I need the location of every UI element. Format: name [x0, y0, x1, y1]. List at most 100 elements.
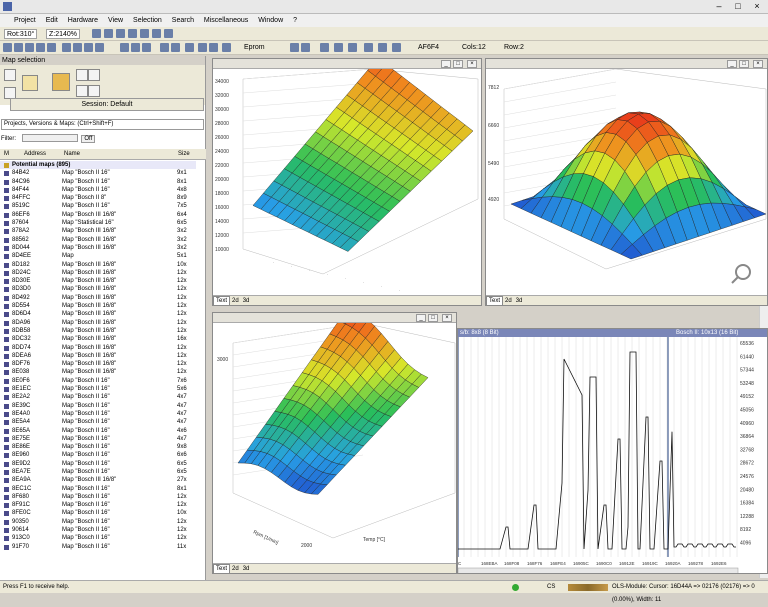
list-item[interactable]: 8D182 Map "Bosch III 16/8" 10x — [0, 261, 196, 269]
menu-view[interactable]: View — [104, 14, 127, 27]
list-item[interactable]: 8E65A Map "Bosch II 16" 4x6 — [0, 427, 196, 435]
layout2-icon[interactable] — [392, 43, 401, 52]
copy-icon[interactable] — [47, 43, 56, 52]
check-icon[interactable] — [76, 85, 88, 97]
pane-close-icon[interactable]: × — [442, 314, 452, 322]
list-item[interactable]: 8EA9A Map "Bosch III 16/8" 27x — [0, 476, 196, 484]
surface-plot-2[interactable]: 7812 6660 5490 4920 — [486, 69, 767, 305]
list-item[interactable]: 8DD74 Map "Bosch III 16/8" 12x — [0, 344, 196, 352]
pane-maximize-icon[interactable]: □ — [453, 60, 463, 68]
view-text-icon[interactable] — [120, 43, 129, 52]
list-item[interactable]: 91F70 Map "Bosch II 16" 11x — [0, 543, 196, 551]
hex-graph[interactable]: 65536 61440 57344 53248 49152 45056 40960 36864… — [458, 337, 768, 574]
filter-buttons[interactable] — [21, 134, 78, 143]
list-item[interactable]: 8D554 Map "Bosch III 16/8" 12x — [0, 302, 196, 310]
list-item[interactable]: 8E4A0 Map "Bosch II 16" 4x7 — [0, 410, 196, 418]
list-item[interactable]: 84FFC Map "Bosch II 8" 8x9 — [0, 194, 196, 202]
tab-3d[interactable]: 3d — [241, 296, 252, 305]
delete-icon[interactable] — [88, 85, 100, 97]
menu-search[interactable]: Search — [168, 14, 198, 27]
list-item[interactable]: 8DEA6 Map "Bosch III 16/8" 12x — [0, 352, 196, 360]
list-item[interactable]: 8EC1C Map "Bosch II 16" 8x1 — [0, 485, 196, 493]
list-item[interactable]: 8D6D4 Map "Bosch III 16/8" 12x — [0, 310, 196, 318]
zoom-in-icon[interactable] — [92, 29, 101, 38]
list-item[interactable]: 90614 Map "Bosch II 16" 12x — [0, 526, 196, 534]
list-item[interactable]: 8E86E Map "Bosch II 16" 9x8 — [0, 443, 196, 451]
menu-window[interactable]: Window — [254, 14, 287, 27]
list-item[interactable]: 8EA7E Map "Bosch II 16" 6x5 — [0, 468, 196, 476]
list-item[interactable]: 8DB58 Map "Bosch III 16/8" 12x — [0, 327, 196, 335]
minimize-icon[interactable]: – — [710, 1, 728, 12]
lohi-icon[interactable] — [348, 43, 357, 52]
open-icon[interactable] — [14, 43, 23, 52]
search-icon[interactable] — [198, 43, 207, 52]
pane-minimize-icon[interactable]: _ — [441, 60, 451, 68]
menu-selection[interactable]: Selection — [129, 14, 166, 27]
pane-minimize-icon[interactable]: _ — [727, 60, 737, 68]
color-icon[interactable] — [152, 29, 161, 38]
list-item[interactable]: 8DC32 Map "Bosch III 16/8" 16x — [0, 335, 196, 343]
col-address[interactable]: Address — [24, 149, 46, 160]
checksum-icon[interactable] — [171, 43, 180, 52]
tab-text[interactable]: Text — [486, 296, 504, 305]
tab-2d[interactable]: 2d — [230, 564, 241, 573]
list-item[interactable]: 8F680 Map "Bosch II 16" 12x — [0, 493, 196, 501]
width-icon[interactable] — [364, 43, 373, 52]
tab-3d[interactable]: 3d — [241, 564, 252, 573]
project-version-select[interactable]: Projects, Versions & Maps: (Ctrl+Shift+F… — [1, 119, 204, 130]
rotation-field[interactable]: Rot:310° — [4, 29, 38, 39]
import-icon[interactable] — [76, 69, 88, 81]
tab-2d[interactable]: 2d — [503, 296, 514, 305]
menu-miscellaneous[interactable]: Miscellaneous — [200, 14, 252, 27]
tab-2d[interactable]: 2d — [230, 296, 241, 305]
list-item[interactable]: 8E038 Map "Bosch III 16/8" 12x — [0, 368, 196, 376]
cols-field[interactable]: Cols:12 — [462, 43, 486, 53]
pane-maximize-icon[interactable]: □ — [739, 60, 749, 68]
list-item[interactable]: 8D492 Map "Bosch III 16/8" 12x — [0, 294, 196, 302]
filter-off-button[interactable]: Off — [81, 135, 96, 143]
properties-icon[interactable] — [22, 75, 38, 91]
list-item[interactable]: 90350 Map "Bosch II 16" 12x — [0, 518, 196, 526]
map-icon[interactable] — [160, 43, 169, 52]
tab-3d[interactable]: 3d — [514, 296, 525, 305]
col-size[interactable]: Size — [178, 149, 190, 160]
save-icon[interactable] — [25, 43, 34, 52]
hex-icon[interactable] — [290, 43, 299, 52]
print-icon[interactable] — [36, 43, 45, 52]
list-item[interactable]: 8F91C Map "Bosch II 16" 12x — [0, 501, 196, 509]
nav-prev-icon[interactable] — [73, 43, 82, 52]
menu-help[interactable]: ? — [289, 14, 301, 27]
pane-close-icon[interactable]: × — [753, 60, 763, 68]
list-group-header[interactable]: Potential maps (895) — [0, 161, 196, 170]
list-item[interactable]: 86EF6 Map "Bosch III 16/8" 6x4 — [0, 211, 196, 219]
zoom-field[interactable]: Z:2140% — [46, 29, 81, 39]
nav-last-icon[interactable] — [95, 43, 104, 52]
list-item[interactable]: 8E9D2 Map "Bosch II 16" 6x5 — [0, 460, 196, 468]
list-item[interactable]: 84B42 Map "Bosch II 16" 9x1 — [0, 169, 196, 177]
list-item[interactable]: 88562 Map "Bosch III 16/8" 3x2 — [0, 236, 196, 244]
list-item[interactable]: 84F44 Map "Bosch II 16" 4x8 — [0, 186, 196, 194]
list-item[interactable]: 913C0 Map "Bosch II 16" 12x — [0, 534, 196, 542]
list-item[interactable]: 8DF76 Map "Bosch III 16/8" 12x — [0, 360, 196, 368]
tab-text[interactable]: Text — [213, 564, 231, 573]
eprom-dropdown[interactable]: Eprom — [244, 43, 265, 53]
row-field[interactable]: Row:2 — [504, 43, 524, 53]
tab-text[interactable]: Text — [213, 296, 231, 305]
list-item[interactable]: 8D044 Map "Bosch III 16/8" 3x2 — [0, 244, 196, 252]
list-item[interactable]: 8E39C Map "Bosch II 16" 4x7 — [0, 402, 196, 410]
surface-plot-1[interactable]: 34000 32000 30000 28000 26000 24000 22000 20000… — [213, 69, 481, 305]
surface-plot-3[interactable]: 3000 Temp [°C] Rpm [1/min] 2000 — [213, 323, 456, 563]
open-folder-icon[interactable] — [52, 73, 70, 91]
pane-minimize-icon[interactable]: _ — [416, 314, 426, 322]
rotate-left-icon[interactable] — [116, 29, 125, 38]
col-name[interactable]: Name — [64, 149, 80, 160]
col-m[interactable]: M — [4, 149, 9, 160]
list-item[interactable]: 8E5A4 Map "Bosch II 16" 4x7 — [0, 418, 196, 426]
list-item[interactable]: 8DA96 Map "Bosch III 16/8" 12x — [0, 319, 196, 327]
grid-icon[interactable] — [140, 29, 149, 38]
nav-next-icon[interactable] — [84, 43, 93, 52]
maximize-icon[interactable]: □ — [729, 1, 747, 12]
project-icon[interactable] — [222, 43, 231, 52]
zoom-out-icon[interactable] — [104, 29, 113, 38]
pane-close-icon[interactable]: × — [467, 60, 477, 68]
